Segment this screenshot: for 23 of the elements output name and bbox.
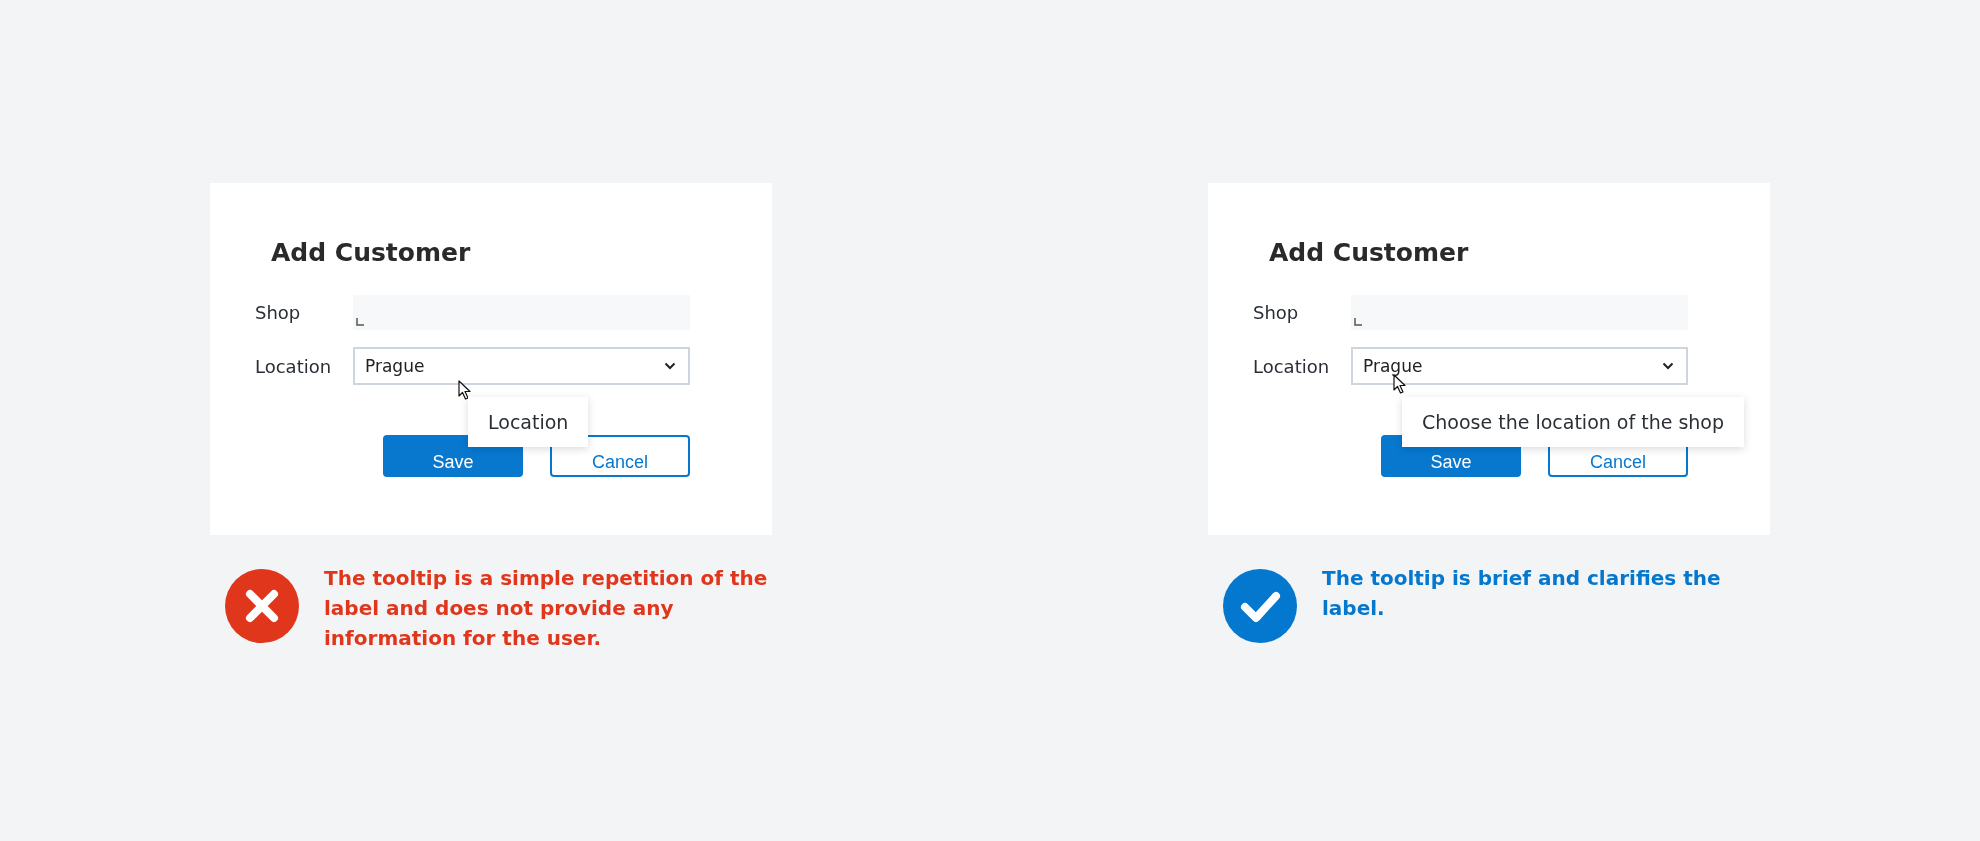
field-label: Location [255,355,333,377]
shop-field[interactable] [353,295,690,330]
cancel-button[interactable]: Cancel [550,435,690,477]
verdict-text: The tooltip is a simple repetition of the label and does not provide any information for the user. [324,565,769,652]
chevron-down-icon [664,362,676,370]
dialog-title: Add Customer [271,237,472,269]
dialog-title: Add Customer [1269,237,1470,269]
verdict-text: The tooltip is brief and clarifies the label. [1322,565,1722,622]
corner-mark-icon [356,318,364,326]
mouse-pointer-icon [458,380,472,400]
tooltip: Location [468,397,589,447]
corner-mark-icon [1354,318,1362,326]
field-label: Shop [1253,302,1300,323]
tooltip: Choose the location of the shop [1402,397,1745,447]
field-label: Location [1253,355,1331,377]
mouse-pointer-icon [1393,374,1407,394]
checkmark-icon [1223,569,1297,643]
location-dropdown[interactable]: Prague [353,347,690,385]
location-dropdown[interactable]: Prague [1351,347,1688,385]
shop-field[interactable] [1351,295,1688,330]
cross-icon [225,569,299,643]
chevron-down-icon [1662,362,1674,370]
field-label: Shop [255,302,302,323]
